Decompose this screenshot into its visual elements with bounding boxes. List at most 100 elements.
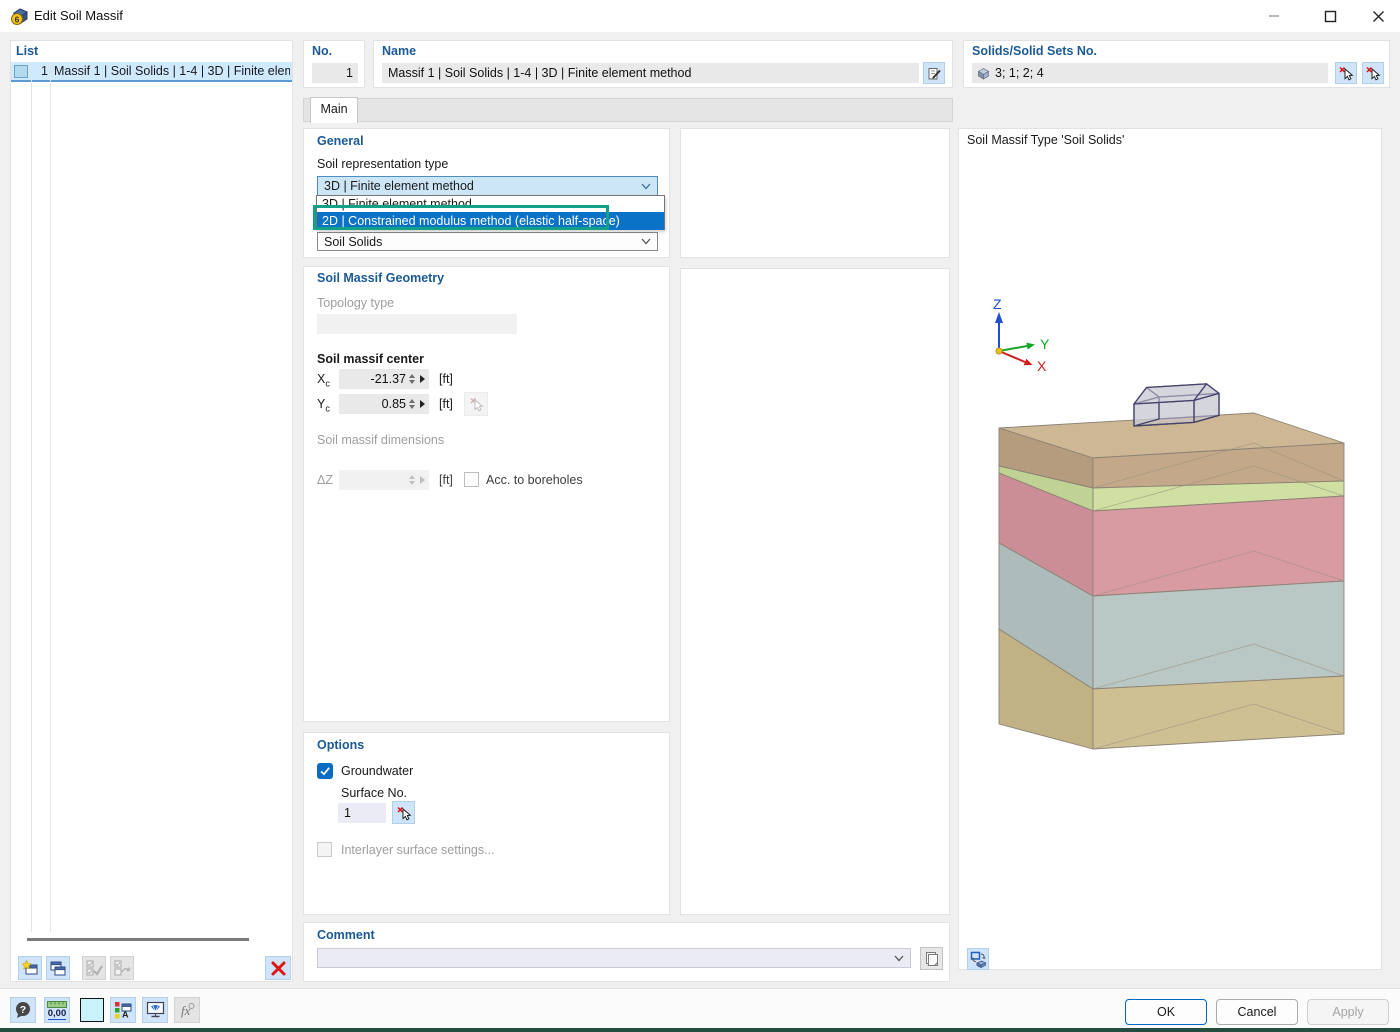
- close-icon: [1372, 10, 1385, 23]
- close-button[interactable]: [1356, 0, 1400, 32]
- display-properties-button[interactable]: A: [110, 997, 136, 1023]
- dz-label: ΔZ: [317, 473, 333, 487]
- edit-soil-massif-dialog: 6 Edit Soil Massif List 1 Massif 1 | Soi…: [0, 0, 1400, 1032]
- list-hscrollbar-thumb[interactable]: [27, 938, 249, 941]
- dz-unit: [ft]: [439, 473, 453, 487]
- axis-z-label: Z: [993, 296, 1002, 312]
- solids-field[interactable]: 3; 1; 2; 4: [972, 63, 1328, 83]
- groundwater-checkbox[interactable]: [317, 763, 333, 779]
- xc-spinner[interactable]: [406, 374, 418, 384]
- ok-button[interactable]: OK: [1125, 999, 1207, 1025]
- list-item-massif-1[interactable]: 1 Massif 1 | Soil Solids | 1-4 | 3D | Fi…: [11, 62, 292, 82]
- select-all-button: [82, 956, 106, 980]
- interlayer-checkbox: [317, 842, 332, 857]
- xc-label: Xc: [317, 372, 330, 389]
- yc-spinner[interactable]: [406, 399, 418, 409]
- massif-color-swatch: [14, 65, 28, 78]
- minimize-button[interactable]: [1252, 0, 1296, 32]
- no-label: No.: [312, 44, 332, 58]
- topology-type-label: Topology type: [317, 296, 394, 310]
- geometry-section: Soil Massif Geometry Topology type Soil …: [303, 266, 670, 722]
- pick-surface-button[interactable]: [392, 801, 415, 824]
- maximize-button[interactable]: [1308, 0, 1352, 32]
- display-properties-icon: A: [114, 1001, 132, 1019]
- soil-preview-graphic: Z Y X: [959, 129, 1383, 971]
- select-solids-button[interactable]: [1335, 62, 1357, 84]
- solids-value: 3; 1; 2; 4: [995, 66, 1044, 80]
- empty-panel-top: [680, 128, 950, 258]
- soil-type-value: Soil Solids: [324, 235, 382, 249]
- dropdown-option-3d[interactable]: 3D | Finite element method: [317, 196, 664, 212]
- groundwater-label: Groundwater: [341, 764, 413, 778]
- svg-text:?: ?: [20, 1004, 26, 1016]
- 2d-3d-view-icon: [970, 951, 987, 968]
- preview-panel: Soil Massif Type 'Soil Solids' Z Y X: [958, 128, 1382, 970]
- chevron-down-icon: [641, 238, 651, 245]
- options-section: Options Groundwater Surface No. 1 Interl…: [303, 732, 670, 915]
- dropdown-option-2d[interactable]: 2D | Constrained modulus method (elastic…: [317, 212, 664, 230]
- soil-type-combo[interactable]: Soil Solids: [317, 232, 658, 251]
- invert-selection-button: [110, 956, 134, 980]
- no-card: No. 1: [303, 40, 365, 88]
- surface-no-field[interactable]: 1: [338, 803, 386, 823]
- chevron-down-icon: [894, 955, 904, 962]
- list-column-separator: [50, 62, 51, 932]
- ruler-icon: [47, 1001, 67, 1008]
- view-toggle-button[interactable]: [967, 948, 989, 970]
- yc-field[interactable]: 0.85: [339, 394, 429, 414]
- minimize-icon: [1268, 10, 1280, 22]
- dz-expand-arrow-icon: [420, 476, 425, 484]
- xc-expand-arrow-icon[interactable]: [420, 375, 425, 383]
- soil-massif-dimensions-label: Soil massif dimensions: [317, 433, 444, 447]
- soil-layer-front: [1093, 496, 1344, 596]
- list-item-number: 1: [33, 64, 48, 78]
- comment-templates-button[interactable]: [920, 947, 943, 970]
- solids-card: Solids/Solid Sets No. 3; 1; 2; 4: [963, 40, 1390, 88]
- app-icon: 6: [10, 7, 29, 26]
- geometry-header: Soil Massif Geometry: [317, 271, 444, 285]
- options-header: Options: [317, 738, 364, 752]
- color-swatch-button[interactable]: [80, 998, 104, 1022]
- tab-main[interactable]: Main: [310, 97, 358, 123]
- general-header: General: [317, 134, 364, 148]
- dialog-footer: ? 0,00 A: [0, 988, 1400, 1028]
- help-button[interactable]: ?: [10, 997, 36, 1023]
- background-app-edge: [0, 1028, 1400, 1032]
- no-field: 1: [312, 63, 358, 83]
- title-bar: 6 Edit Soil Massif: [0, 0, 1400, 32]
- xc-unit: [ft]: [439, 372, 453, 386]
- select-cursor-icon: [1365, 65, 1381, 81]
- pencil-icon: [927, 66, 942, 81]
- edit-name-button[interactable]: [923, 62, 945, 84]
- cancel-button[interactable]: Cancel: [1216, 999, 1298, 1025]
- window-title: Edit Soil Massif: [34, 8, 123, 23]
- solid-cube-icon: [977, 67, 990, 80]
- acc-to-boreholes-label: Acc. to boreholes: [486, 473, 583, 487]
- stacked-pages-icon: [924, 951, 940, 967]
- yc-expand-arrow-icon[interactable]: [420, 400, 425, 408]
- rendering-settings-button[interactable]: [142, 997, 168, 1023]
- comment-section: Comment: [303, 922, 950, 982]
- representation-type-combo[interactable]: 3D | Finite element method: [317, 176, 658, 196]
- yc-label: Yc: [317, 397, 330, 414]
- units-settings-button[interactable]: 0,00: [44, 997, 70, 1023]
- units-label: 0,00: [48, 1009, 67, 1020]
- interlayer-label: Interlayer surface settings...: [341, 843, 495, 857]
- delete-massif-button[interactable]: [265, 956, 291, 980]
- representation-dropdown-list: 3D | Finite element method 2D | Constrai…: [316, 195, 665, 230]
- list-hscrollbar: [13, 937, 290, 942]
- copy-massif-button[interactable]: [46, 956, 70, 980]
- deselect-solids-button[interactable]: [1362, 62, 1384, 84]
- name-card: Name Massif 1 | Soil Solids | 1-4 | 3D |…: [373, 40, 953, 88]
- comment-combo[interactable]: [317, 948, 911, 968]
- invert-selection-icon: [114, 960, 131, 977]
- name-field[interactable]: Massif 1 | Soil Solids | 1-4 | 3D | Fini…: [382, 63, 919, 83]
- new-massif-button[interactable]: [18, 956, 42, 980]
- xc-field[interactable]: -21.37: [339, 369, 429, 389]
- tab-strip: [303, 98, 953, 122]
- copy-window-icon: [50, 960, 67, 977]
- apply-button: Apply: [1307, 999, 1389, 1025]
- solids-label: Solids/Solid Sets No.: [972, 44, 1097, 58]
- topology-type-field: [317, 314, 517, 334]
- acc-to-boreholes-checkbox[interactable]: [464, 472, 479, 487]
